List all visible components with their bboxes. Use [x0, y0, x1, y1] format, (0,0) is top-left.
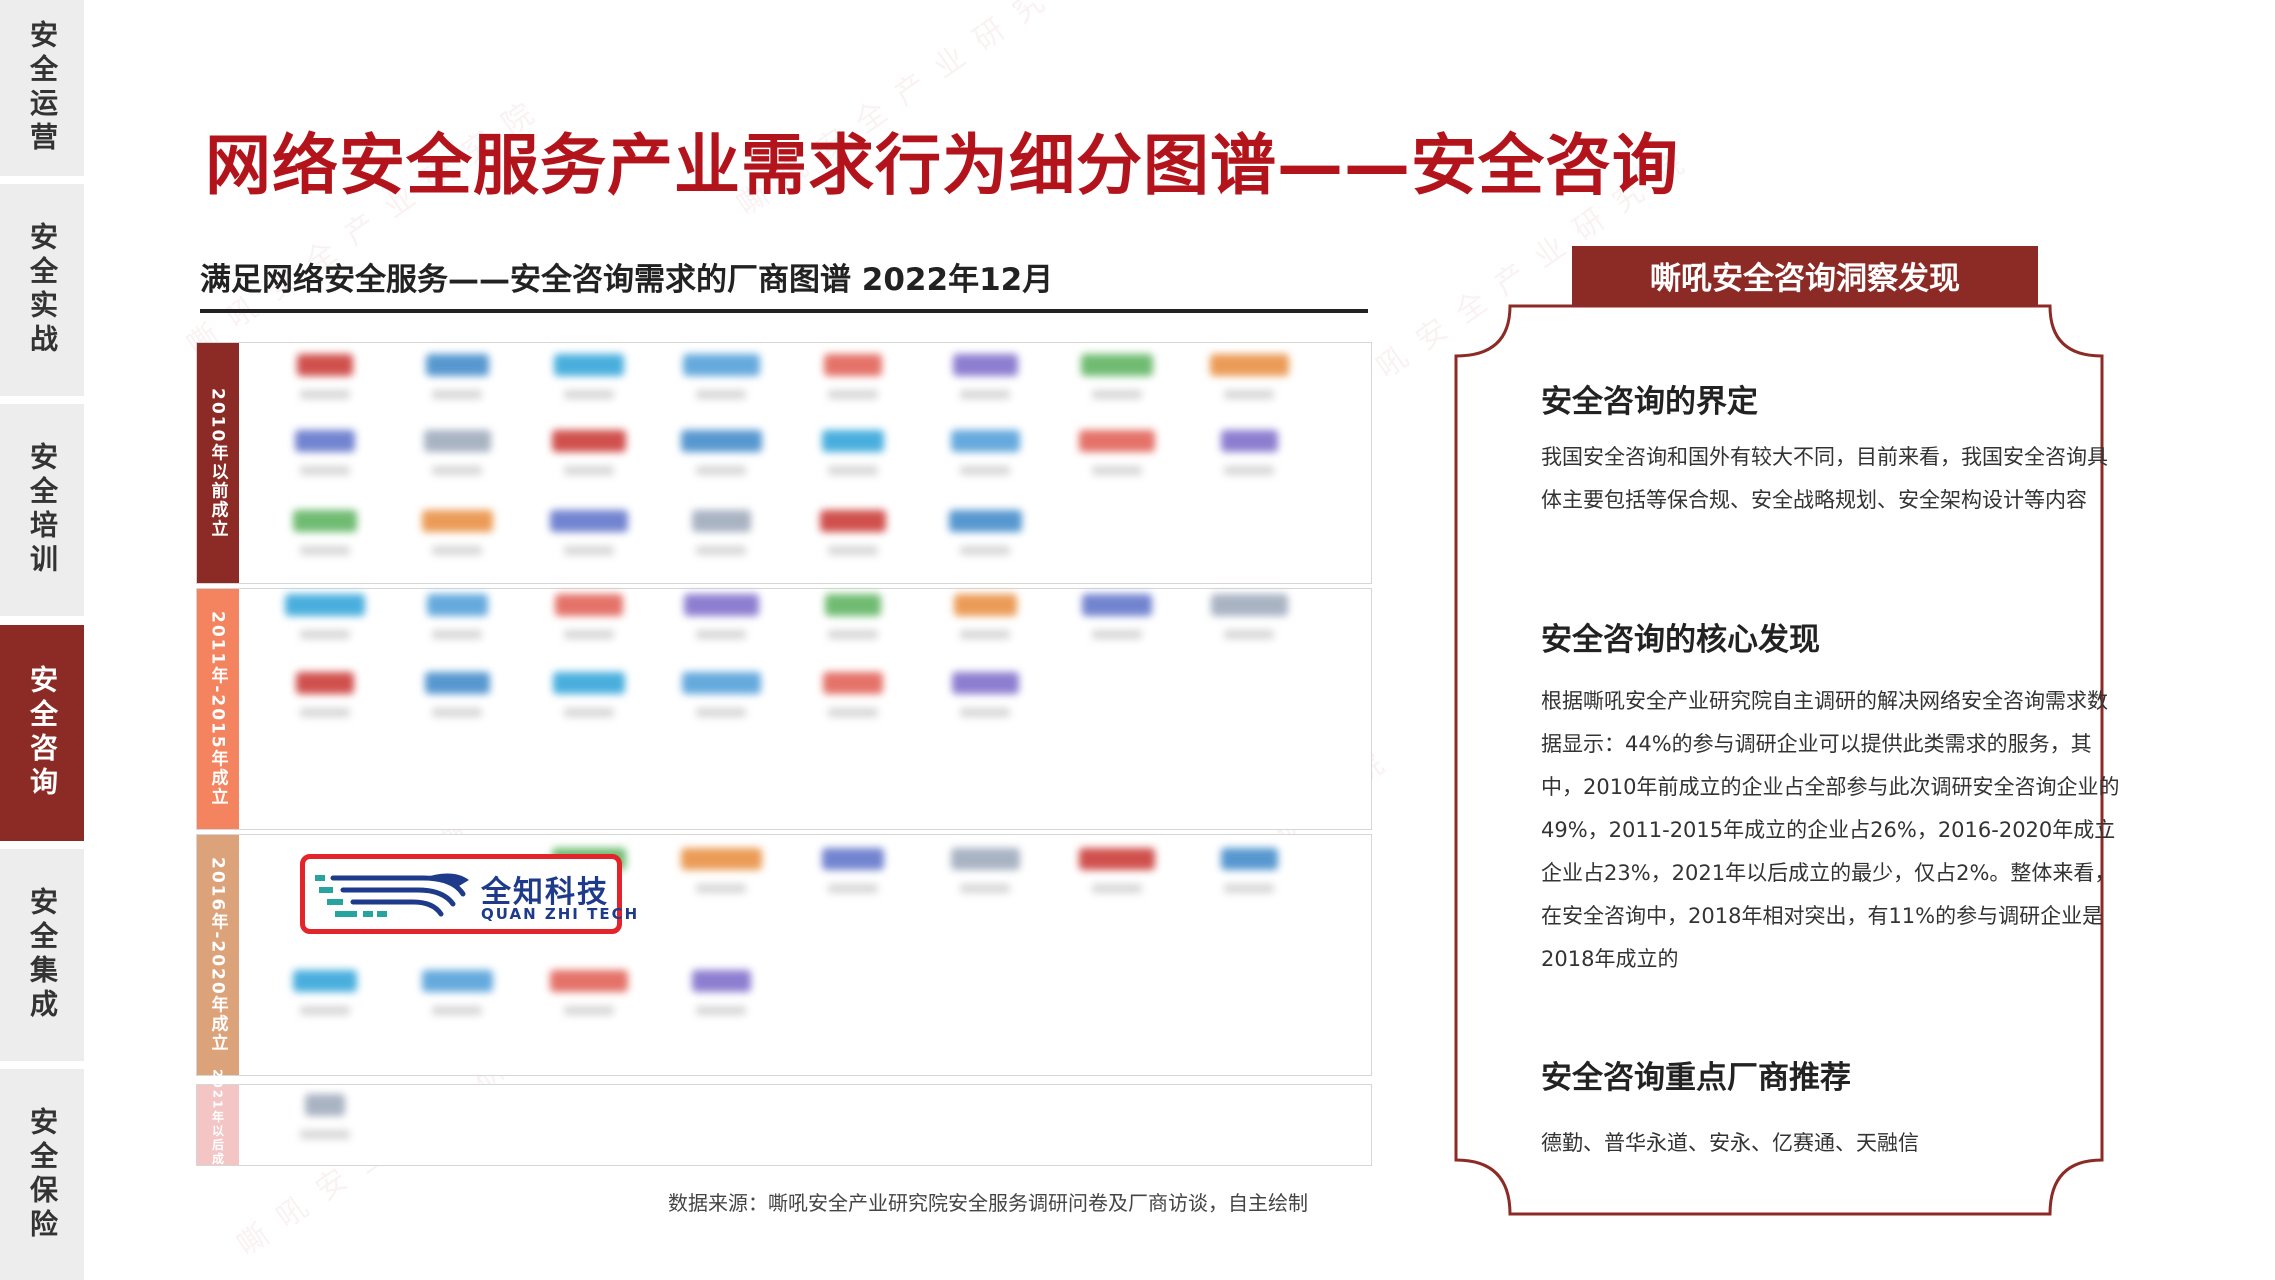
highlight-vendor-subname: QUAN ZHI TECH: [481, 905, 640, 923]
map-subtitle: 满足网络安全服务——安全咨询需求的厂商图谱 2022年12月: [200, 254, 1368, 313]
vendor-logo: [944, 430, 1026, 475]
vendor-logo: [1208, 594, 1290, 639]
vendor-logo: [548, 594, 630, 639]
nav-tab-label: 安全咨询: [26, 665, 59, 801]
vendor-logo: [284, 430, 366, 475]
nav-tab-label: 安全集成: [26, 887, 59, 1023]
vendor-logo: [548, 970, 630, 1015]
bird-logo-icon: [315, 873, 469, 917]
vendor-logo: [284, 354, 366, 399]
vendor-logo: [1076, 430, 1158, 475]
vendor-logo: [284, 594, 366, 639]
vendor-logo: [548, 430, 630, 475]
nav-tab-training[interactable]: 安全培训: [0, 404, 84, 616]
band-2011-2015: 2011年-2015年成立: [196, 588, 1372, 830]
vendor-logo: [416, 970, 498, 1015]
vendor-logo: [812, 594, 894, 639]
vendor-logo: [944, 354, 1026, 399]
side-navigation: 安全运营 安全实战 安全培训 安全咨询 安全集成 安全保险: [0, 0, 86, 1280]
vendor-logo: [1208, 430, 1290, 475]
vendor-logo: [1208, 354, 1290, 399]
highlight-vendor-card[interactable]: 全知科技 QUAN ZHI TECH: [300, 854, 637, 934]
section-body-definition: 我国安全咨询和国外有较大不同，目前来看，我国安全咨询具体主要包括等保合规、安全战…: [1541, 445, 2108, 512]
vendor-logo: [812, 430, 894, 475]
nav-tab-consulting[interactable]: 安全咨询: [0, 625, 84, 841]
band-after-2021: 2021年以后成立: [196, 1069, 1372, 1181]
nav-tab-operations[interactable]: 安全运营: [0, 0, 84, 176]
vendor-logo: [680, 672, 762, 717]
vendor-logo: [1076, 848, 1158, 893]
nav-tab-insurance[interactable]: 安全保险: [0, 1069, 84, 1280]
nav-tab-label: 安全实战: [26, 222, 59, 358]
band-before-2010: 2010年以前成立: [196, 342, 1372, 584]
vendor-logo: [548, 672, 630, 717]
page-title: 网络安全服务产业需求行为细分图谱——安全咨询: [205, 127, 1679, 204]
nav-tab-practice[interactable]: 安全实战: [0, 184, 84, 396]
insight-panel-header: 嘶吼安全咨询洞察发现: [1572, 246, 2038, 305]
band-label: 2010年以前成立: [197, 343, 239, 583]
vendor-logo: [416, 430, 498, 475]
vendor-logo: [284, 672, 366, 717]
section-body-recommend: 德勤、普华永道、安永、亿赛通、天融信: [1541, 1131, 1919, 1155]
vendor-logo: [284, 1094, 366, 1139]
vendor-logo: [416, 594, 498, 639]
vendor-logo: [416, 672, 498, 717]
vendor-logo: [284, 970, 366, 1015]
vendor-logo: [548, 354, 630, 399]
band-label: 2016年-2020年成立: [197, 835, 239, 1075]
vendor-logo: [680, 430, 762, 475]
section-title-definition: 安全咨询的界定: [1541, 384, 1758, 420]
vendor-logo: [1076, 594, 1158, 639]
vendor-logo: [944, 594, 1026, 639]
vendor-logo: [680, 848, 762, 893]
vendor-logo: [812, 354, 894, 399]
nav-tab-integration[interactable]: 安全集成: [0, 849, 84, 1061]
nav-tab-label: 安全运营: [26, 20, 59, 156]
vendor-logo: [680, 594, 762, 639]
vendor-logo: [680, 970, 762, 1015]
vendor-logo: [680, 354, 762, 399]
band-label: 2021年以后成立: [197, 1069, 239, 1181]
vendor-logo: [944, 672, 1026, 717]
band-label: 2011年-2015年成立: [197, 589, 239, 829]
vendor-logo: [1076, 354, 1158, 399]
vendor-logo: [944, 510, 1026, 555]
vendor-logo: [812, 672, 894, 717]
vendor-logo: [416, 354, 498, 399]
vendor-logo: [416, 510, 498, 555]
nav-tab-label: 安全保险: [26, 1106, 59, 1243]
vendor-logo: [812, 848, 894, 893]
vendor-logo: [812, 510, 894, 555]
data-source-note: 数据来源：嘶吼安全产业研究院安全服务调研问卷及厂商访谈，自主绘制: [668, 1191, 1308, 1215]
nav-tab-label: 安全培训: [26, 442, 59, 578]
section-body-findings: 根据嘶吼安全产业研究院自主调研的解决网络安全咨询需求数据显示：44%的参与调研企…: [1541, 689, 2120, 971]
vendor-logo: [944, 848, 1026, 893]
vendor-logo: [680, 510, 762, 555]
vendor-logo: [284, 510, 366, 555]
section-title-recommend: 安全咨询重点厂商推荐: [1541, 1060, 1851, 1096]
vendor-logo: [548, 510, 630, 555]
section-title-findings: 安全咨询的核心发现: [1541, 622, 1820, 658]
vendor-logo: [1208, 848, 1290, 893]
